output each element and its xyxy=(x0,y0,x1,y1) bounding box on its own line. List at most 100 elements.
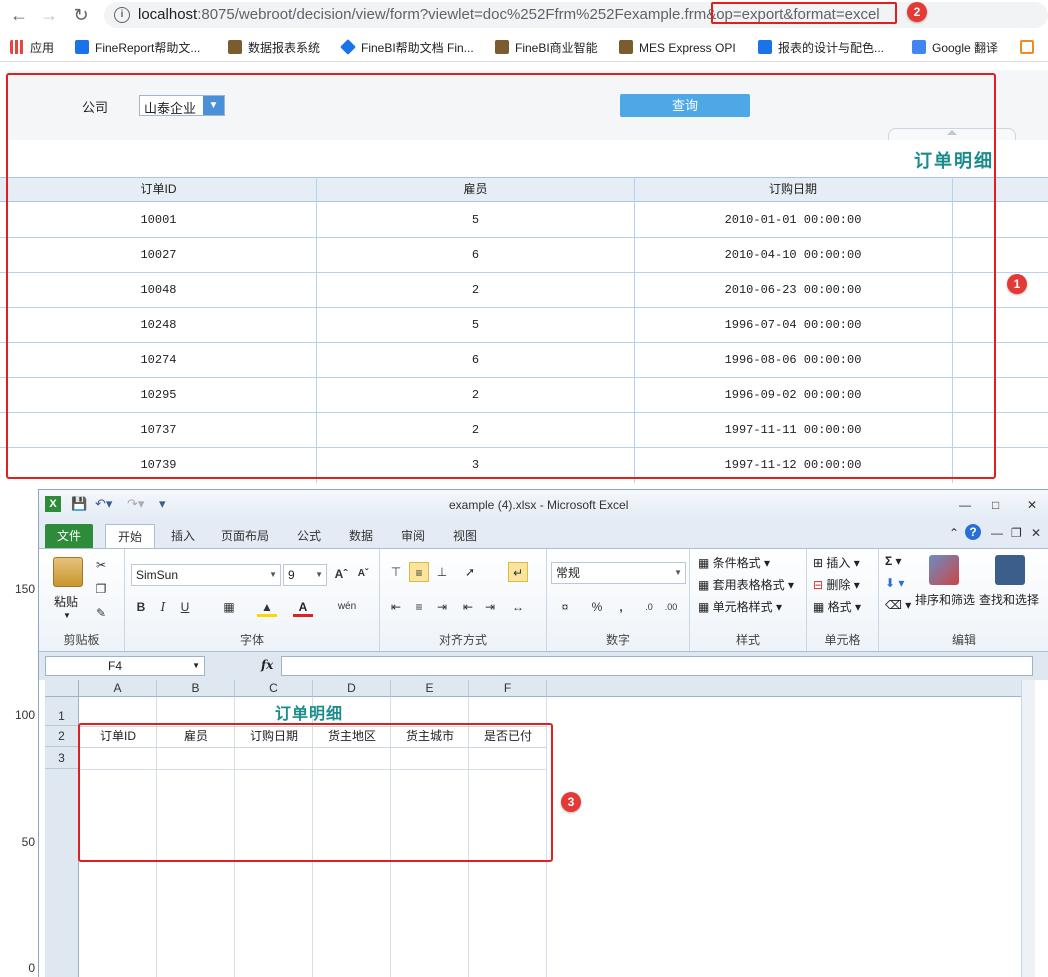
font-name-select[interactable]: SimSun ▼ xyxy=(131,564,281,586)
save-icon[interactable]: 💾 xyxy=(71,496,87,514)
help-icon[interactable]: ? xyxy=(965,524,981,540)
comma-style-icon[interactable]: , xyxy=(611,597,631,617)
tab-file[interactable]: 文件 xyxy=(45,524,94,548)
align-right-icon[interactable]: ⇥ xyxy=(432,597,452,617)
sheet-title-cell[interactable]: 订单明细 xyxy=(275,700,343,724)
info-icon[interactable]: i xyxy=(114,7,130,23)
font-size-select[interactable]: 9 ▼ xyxy=(283,564,327,586)
align-left-icon[interactable]: ⇤ xyxy=(386,597,406,617)
bookmark-more[interactable] xyxy=(1020,39,1040,57)
tab-home[interactable]: 开始 xyxy=(105,524,156,548)
fill-color-icon[interactable]: ▲ xyxy=(257,597,277,617)
paste-label[interactable]: 粘贴 xyxy=(54,593,78,610)
maximize-icon[interactable]: □ xyxy=(992,498,999,512)
bookmark-finebi-bi[interactable]: FineBI商业智能 xyxy=(495,39,598,57)
bookmark-report-system[interactable]: 数据报表系统 xyxy=(228,39,320,57)
row-header[interactable]: 3 xyxy=(45,747,79,769)
redo-icon[interactable]: ↷▾ xyxy=(127,496,144,514)
sort-filter-label[interactable]: 排序和筛选 xyxy=(915,591,975,608)
name-box-value: F4 xyxy=(108,659,123,673)
tab-formulas[interactable]: 公式 xyxy=(285,524,333,548)
tab-review[interactable]: 审阅 xyxy=(389,524,437,548)
formula-input[interactable] xyxy=(281,656,1033,676)
column-header[interactable]: F xyxy=(469,680,547,697)
tab-insert[interactable]: 插入 xyxy=(159,524,207,548)
column-header[interactable]: D xyxy=(313,680,391,697)
number-format-select[interactable]: 常规 ▼ xyxy=(551,562,686,584)
bookmark-mes-express[interactable]: MES Express OPI xyxy=(619,39,736,57)
name-box[interactable]: F4 ▼ xyxy=(45,656,205,676)
font-color-icon[interactable]: A xyxy=(293,597,313,617)
bold-icon[interactable]: B xyxy=(131,597,151,617)
chevron-down-icon[interactable]: ▼ xyxy=(63,611,71,620)
autosum-icon[interactable]: Σ ▾ xyxy=(885,554,902,568)
customize-toolbar-icon[interactable]: ▾ xyxy=(159,496,166,514)
column-header[interactable]: E xyxy=(391,680,469,697)
phonetic-icon[interactable]: wén xyxy=(337,597,357,617)
column-header[interactable]: A xyxy=(79,680,157,697)
format-cells-button[interactable]: ▦ 格式 ▾ xyxy=(813,598,861,615)
format-painter-icon[interactable]: ✎ xyxy=(91,603,111,623)
address-bar[interactable]: i localhost:8075/webroot/decision/view/f… xyxy=(104,2,1048,28)
bookmark-finebi-help[interactable]: FineBI帮助文档 Fin... xyxy=(340,39,474,57)
bookmark-apps[interactable]: 应用 xyxy=(10,39,54,57)
delete-cells-button[interactable]: ⊟ 删除 ▾ xyxy=(813,576,860,593)
bookmark-google-translate[interactable]: Google 翻译 xyxy=(912,39,998,57)
column-header[interactable]: B xyxy=(157,680,235,697)
copy-icon[interactable]: ❐ xyxy=(91,579,111,599)
minimize-icon[interactable]: — xyxy=(959,498,971,512)
format-as-table-button[interactable]: ▦ 套用表格格式 ▾ xyxy=(698,576,794,593)
increase-font-icon[interactable]: Aˆ xyxy=(331,564,351,584)
find-select-icon[interactable] xyxy=(995,555,1025,585)
reload-icon[interactable]: ↻ xyxy=(70,4,92,26)
number-format-value: 常规 xyxy=(556,566,581,580)
align-top-icon[interactable]: ⊤ xyxy=(386,562,406,582)
font-group-label: 字体 xyxy=(239,633,264,647)
tab-data[interactable]: 数据 xyxy=(337,524,385,548)
border-icon[interactable]: ▦ xyxy=(219,597,239,617)
decrease-decimal-icon[interactable]: .00 xyxy=(661,597,681,617)
select-all-corner[interactable] xyxy=(45,680,79,697)
decrease-font-icon[interactable]: Aˇ xyxy=(353,564,373,584)
increase-indent-icon[interactable]: ⇥ xyxy=(480,597,500,617)
cut-icon[interactable]: ✂ xyxy=(91,555,111,575)
doc-close-icon[interactable]: ✕ xyxy=(1031,526,1041,540)
increase-decimal-icon[interactable]: .0 xyxy=(639,597,659,617)
italic-icon[interactable]: I xyxy=(153,597,173,617)
tab-page-layout[interactable]: 页面布局 xyxy=(209,524,281,548)
column-header[interactable]: C xyxy=(235,680,313,697)
back-arrow-icon[interactable]: ← xyxy=(8,4,30,26)
row-header[interactable]: 1 xyxy=(45,697,79,726)
bookmark-finereport-help[interactable]: FineReport帮助文... xyxy=(75,39,200,57)
align-center-icon[interactable]: ≡ xyxy=(409,597,429,617)
bookmark-report-design[interactable]: 报表的设计与配色... xyxy=(758,39,884,57)
percent-icon[interactable]: % xyxy=(587,597,607,617)
merge-center-icon[interactable]: ↔ xyxy=(508,597,528,617)
collapse-ribbon-icon[interactable]: ⌃ xyxy=(949,526,959,540)
decrease-indent-icon[interactable]: ⇤ xyxy=(458,597,478,617)
orientation-icon[interactable]: ➚ xyxy=(460,562,480,582)
wrap-text-icon[interactable]: ↵ xyxy=(508,562,528,582)
excel-title-bar: X 💾 ↶▾ ↷▾ ▾ example (4).xlsx - Microsoft… xyxy=(39,490,1048,520)
align-bottom-icon[interactable]: ⊥ xyxy=(432,562,452,582)
forward-arrow-icon[interactable]: → xyxy=(38,4,60,26)
find-select-label[interactable]: 查找和选择 xyxy=(979,591,1039,608)
row-header[interactable]: 2 xyxy=(45,726,79,747)
close-icon[interactable]: ✕ xyxy=(1027,498,1037,512)
tab-view[interactable]: 视图 xyxy=(441,524,489,548)
undo-icon[interactable]: ↶▾ xyxy=(95,496,112,514)
clear-icon[interactable]: ⌫ ▾ xyxy=(885,598,911,612)
cell-styles-button[interactable]: ▦ 单元格样式 ▾ xyxy=(698,598,782,615)
fill-icon[interactable]: ⬇ ▾ xyxy=(885,576,904,590)
align-middle-icon[interactable]: ≡ xyxy=(409,562,429,582)
fx-icon[interactable]: fx xyxy=(261,658,273,672)
paste-icon[interactable] xyxy=(53,557,83,587)
currency-icon[interactable]: ¤ xyxy=(555,597,575,617)
conditional-format-button[interactable]: ▦ 条件格式 ▾ xyxy=(698,554,770,571)
doc-minimize-icon[interactable]: — xyxy=(991,526,1003,540)
doc-restore-icon[interactable]: ❐ xyxy=(1011,526,1022,540)
sort-filter-icon[interactable] xyxy=(929,555,959,585)
insert-cells-button[interactable]: ⊞ 插入 ▾ xyxy=(813,554,860,571)
vertical-scrollbar[interactable] xyxy=(1021,680,1035,977)
underline-icon[interactable]: U xyxy=(175,597,195,617)
